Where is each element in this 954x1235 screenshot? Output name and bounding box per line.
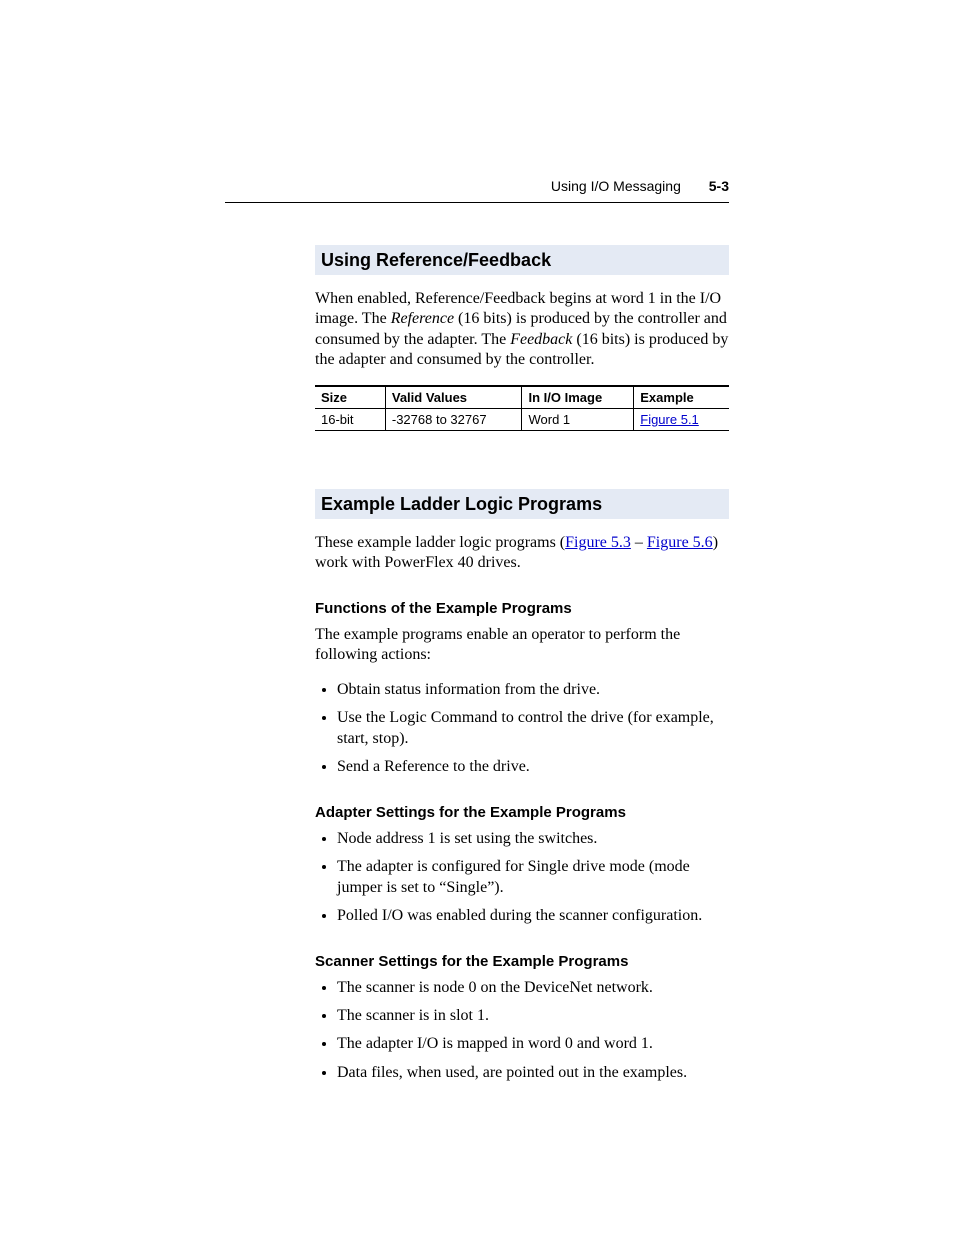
th-io-image: In I/O Image: [522, 386, 634, 409]
td-example: Figure 5.1: [634, 408, 729, 430]
running-header-title: Using I/O Messaging: [551, 178, 681, 194]
th-size: Size: [315, 386, 385, 409]
link-figure-5-1[interactable]: Figure 5.1: [640, 412, 699, 427]
functions-lead: The example programs enable an operator …: [315, 625, 729, 666]
td-size: 16-bit: [315, 408, 385, 430]
page: Using I/O Messaging 5-3 Using Reference/…: [0, 0, 954, 1235]
list-item: The scanner is node 0 on the DeviceNet n…: [337, 978, 729, 998]
emphasis-feedback: Feedback: [510, 331, 572, 348]
functions-list: Obtain status information from the drive…: [315, 680, 729, 778]
th-valid-values: Valid Values: [385, 386, 522, 409]
reference-feedback-table: Size Valid Values In I/O Image Example 1…: [315, 385, 729, 431]
list-item: Node address 1 is set using the switches…: [337, 829, 729, 849]
td-valid-values: -32768 to 32767: [385, 408, 522, 430]
subheading-adapter-settings: Adapter Settings for the Example Program…: [315, 804, 729, 821]
example-programs-intro: These example ladder logic programs (Fig…: [315, 533, 729, 574]
running-header: Using I/O Messaging 5-3: [551, 178, 729, 194]
content-area: Using Reference/Feedback When enabled, R…: [315, 245, 729, 1083]
list-item: Use the Logic Command to control the dri…: [337, 708, 729, 749]
list-item: Polled I/O was enabled during the scanne…: [337, 906, 729, 926]
section-heading-reference-feedback: Using Reference/Feedback: [315, 245, 729, 275]
table-header-row: Size Valid Values In I/O Image Example: [315, 386, 729, 409]
list-item: Data files, when used, are pointed out i…: [337, 1063, 729, 1083]
text-run: These example ladder logic programs (: [315, 534, 565, 551]
table-row: 16-bit -32768 to 32767 Word 1 Figure 5.1: [315, 408, 729, 430]
running-header-page: 5-3: [709, 178, 729, 194]
reference-feedback-paragraph: When enabled, Reference/Feedback begins …: [315, 289, 729, 371]
td-io-image: Word 1: [522, 408, 634, 430]
list-item: Send a Reference to the drive.: [337, 757, 729, 777]
adapter-settings-list: Node address 1 is set using the switches…: [315, 829, 729, 927]
list-item: The scanner is in slot 1.: [337, 1006, 729, 1026]
list-item: The adapter I/O is mapped in word 0 and …: [337, 1034, 729, 1054]
emphasis-reference: Reference: [391, 310, 454, 327]
section-heading-example-programs: Example Ladder Logic Programs: [315, 489, 729, 519]
text-run: –: [631, 534, 647, 551]
subheading-scanner-settings: Scanner Settings for the Example Program…: [315, 953, 729, 970]
scanner-settings-list: The scanner is node 0 on the DeviceNet n…: [315, 978, 729, 1084]
link-figure-5-3[interactable]: Figure 5.3: [565, 534, 631, 551]
th-example: Example: [634, 386, 729, 409]
list-item: Obtain status information from the drive…: [337, 680, 729, 700]
link-figure-5-6[interactable]: Figure 5.6: [647, 534, 713, 551]
header-rule: [225, 202, 729, 203]
list-item: The adapter is configured for Single dri…: [337, 857, 729, 898]
subheading-functions: Functions of the Example Programs: [315, 600, 729, 617]
